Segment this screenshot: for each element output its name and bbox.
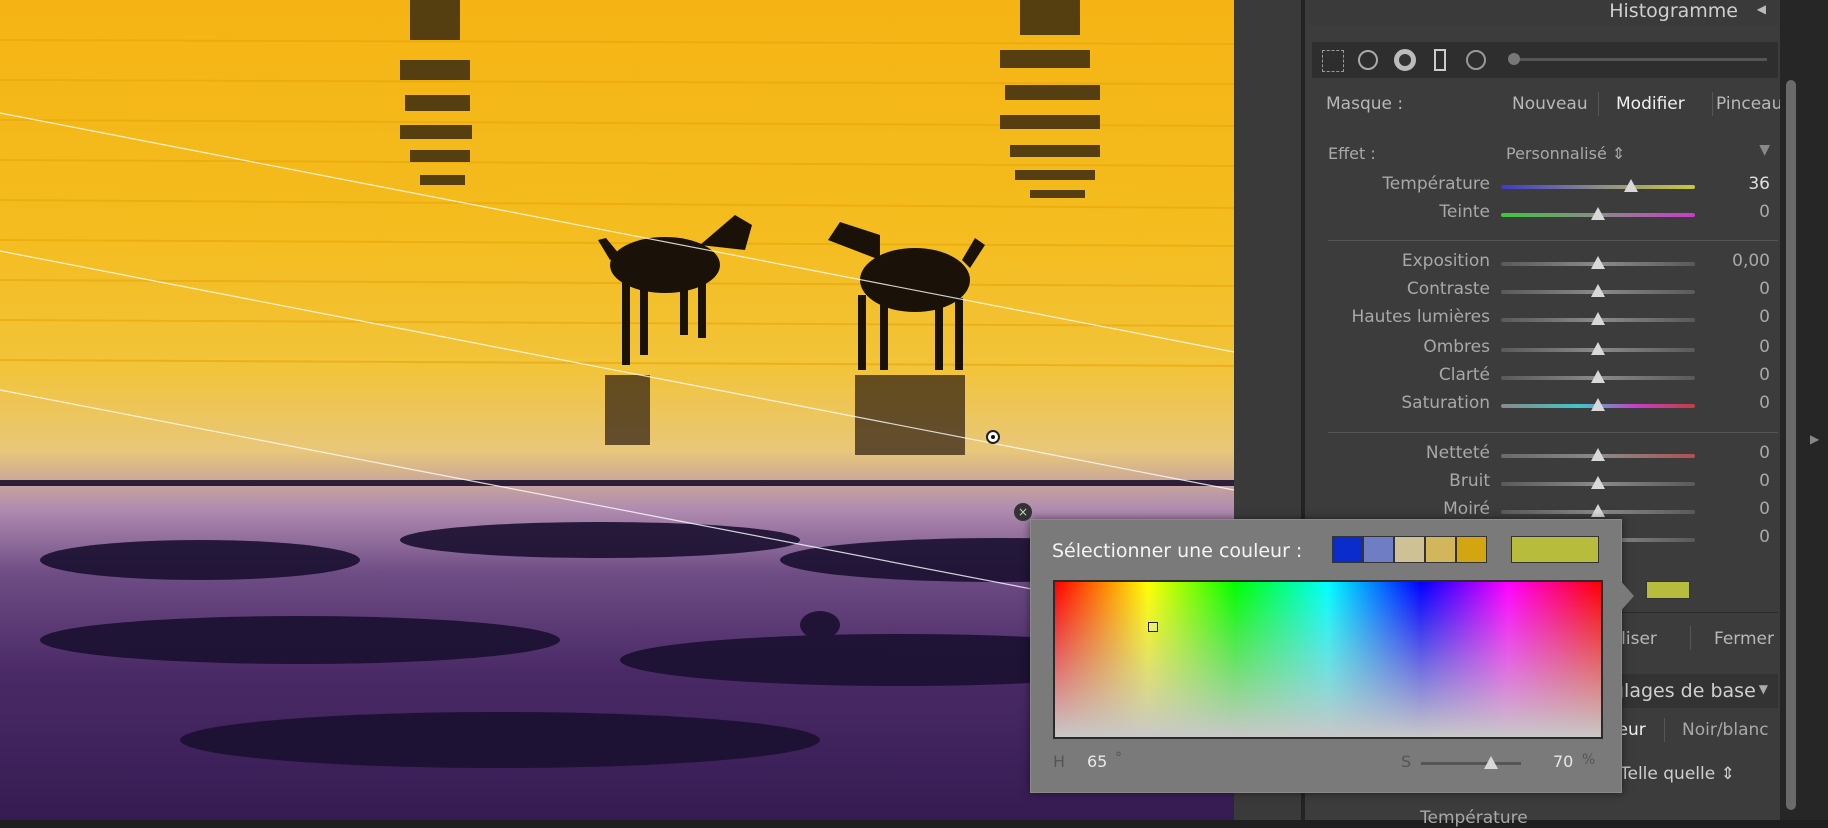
slider-label: Teinte <box>1439 202 1490 222</box>
mask-label: Masque : <box>1326 94 1404 114</box>
color-picker-popup: Sélectionner une couleur : H 65 ° S 70 % <box>1030 519 1622 793</box>
divider-2 <box>1328 432 1778 433</box>
histogram-title: Histogramme <box>1609 0 1738 22</box>
saturation-label: S <box>1401 752 1412 771</box>
color-spectrum[interactable] <box>1053 580 1603 739</box>
dropdown-icon: ⇕ <box>1611 144 1626 163</box>
tool-strip <box>1312 42 1778 78</box>
saturation-knob[interactable] <box>1484 756 1498 769</box>
slider-label: Température <box>1382 174 1490 194</box>
slider-label: Hautes lumières <box>1351 307 1490 327</box>
mask-row: Masque : Nouveau Modifier Pinceau <box>1312 86 1782 122</box>
effect-row: Effet : Personnalisé ⇕ ▼ <box>1312 140 1778 170</box>
radial-icon[interactable] <box>1394 49 1416 71</box>
slider-label: Netteté <box>1425 443 1490 463</box>
slider-label: Bruit <box>1449 471 1490 491</box>
slider-value[interactable]: 0 <box>1700 307 1770 327</box>
saturation-value[interactable]: 70 <box>1553 752 1573 771</box>
slider-knob[interactable] <box>1591 312 1605 325</box>
mask-divider-2 <box>1712 92 1713 116</box>
mask-brush-button[interactable]: Pinceau <box>1716 94 1782 114</box>
grid-icon[interactable] <box>1322 50 1344 72</box>
slider-value[interactable]: 0 <box>1700 337 1770 357</box>
slider-label: Saturation <box>1401 393 1490 413</box>
slider-value[interactable]: 0 <box>1700 471 1770 491</box>
effect-preset-value: Personnalisé <box>1506 144 1607 163</box>
color-cursor[interactable] <box>1148 622 1158 632</box>
scroll-thumb[interactable] <box>1786 80 1796 810</box>
slider-label: Exposition <box>1401 251 1490 271</box>
picker-pointer <box>1618 578 1634 614</box>
mask-edit-button[interactable]: Modifier <box>1616 94 1685 114</box>
preset-swatch-5[interactable] <box>1456 536 1487 563</box>
slider-value[interactable]: 0 <box>1700 365 1770 385</box>
hue-unit: ° <box>1115 750 1122 766</box>
tool-size-track[interactable] <box>1512 58 1767 61</box>
preset-swatch-4[interactable] <box>1425 536 1456 563</box>
slider-value[interactable]: 0 <box>1700 202 1770 222</box>
effect-label: Effet : <box>1328 144 1376 163</box>
right-panel-toggle-icon[interactable]: ▶ <box>1810 432 1819 446</box>
slider-knob[interactable] <box>1591 398 1605 411</box>
close-divider <box>1690 626 1691 650</box>
effect-preset-select[interactable]: Personnalisé ⇕ <box>1506 144 1625 163</box>
mask-pin-center <box>991 435 995 439</box>
preset-swatch-2[interactable] <box>1363 536 1394 563</box>
saturation-unit: % <box>1582 752 1596 768</box>
profile-select[interactable]: Telle quelle ⇕ <box>1620 764 1735 784</box>
bottom-temperature-label: Température <box>1420 808 1528 828</box>
saturation-track[interactable] <box>1421 762 1521 765</box>
hue-label: H <box>1053 752 1066 771</box>
treatment-bw-button[interactable]: Noir/blanc <box>1682 720 1769 740</box>
preset-swatch-3[interactable] <box>1394 536 1425 563</box>
current-color-swatch <box>1511 536 1599 563</box>
slider-knob[interactable] <box>1591 370 1605 383</box>
slider-value[interactable]: 0 <box>1700 279 1770 299</box>
spot-icon[interactable] <box>1358 50 1378 70</box>
histogram-header[interactable]: Histogramme ◀ <box>1310 0 1780 26</box>
mask-pin[interactable] <box>986 430 1000 444</box>
slider-value[interactable]: 36 <box>1700 174 1770 194</box>
hue-value[interactable]: 65 <box>1087 752 1107 771</box>
slider-knob[interactable] <box>1591 256 1605 269</box>
effect-collapse-icon[interactable]: ▼ <box>1759 142 1770 158</box>
picker-title: Sélectionner une couleur : <box>1052 540 1303 562</box>
divider-1 <box>1328 240 1778 241</box>
slider-track[interactable] <box>1501 185 1695 189</box>
slider-knob[interactable] <box>1591 284 1605 297</box>
treatment-divider <box>1664 718 1665 742</box>
close-button[interactable]: Fermer <box>1714 629 1774 649</box>
preset-swatch-1[interactable] <box>1332 536 1363 563</box>
basic-section-arrow-icon: ▼ <box>1758 682 1768 696</box>
preset-swatch-group <box>1332 520 1492 580</box>
slider-value[interactable]: 0 <box>1700 527 1770 547</box>
collapse-arrow-icon[interactable]: ◀ <box>1757 2 1766 16</box>
mask-new-button[interactable]: Nouveau <box>1512 94 1588 114</box>
slider-knob[interactable] <box>1591 448 1605 461</box>
profile-value: Telle quelle <box>1620 764 1716 784</box>
basic-section-title: glages de base <box>1612 680 1756 702</box>
tool-size-knob[interactable] <box>1508 53 1520 65</box>
profile-dropdown-icon: ⇕ <box>1720 764 1735 784</box>
slider-label: Ombres <box>1423 337 1490 357</box>
slider-label: Clarté <box>1438 365 1490 385</box>
slider-knob[interactable] <box>1623 179 1638 192</box>
slider-knob[interactable] <box>1591 504 1605 517</box>
slider-knob[interactable] <box>1591 207 1605 220</box>
mask-divider <box>1598 92 1599 116</box>
slider-value[interactable]: 0,00 <box>1700 251 1770 271</box>
slider-knob[interactable] <box>1591 476 1605 489</box>
slider-value[interactable]: 0 <box>1700 499 1770 519</box>
slider-value[interactable]: 0 <box>1700 443 1770 463</box>
slider-knob[interactable] <box>1591 342 1605 355</box>
slider-label: Contraste <box>1406 279 1490 299</box>
circle-icon[interactable] <box>1466 50 1486 70</box>
slider-value[interactable]: 0 <box>1700 393 1770 413</box>
brush-icon[interactable] <box>1434 49 1446 71</box>
mask-color-swatch[interactable] <box>1646 581 1690 599</box>
slider-label: Moiré <box>1443 499 1490 519</box>
